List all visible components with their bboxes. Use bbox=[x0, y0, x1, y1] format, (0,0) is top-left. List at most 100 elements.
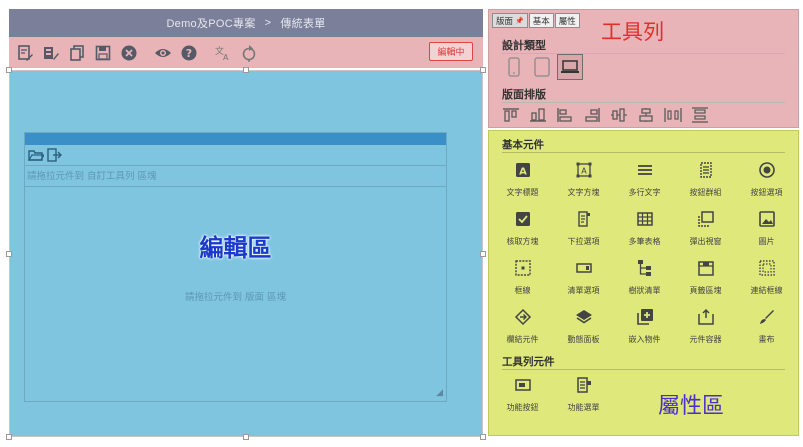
align-top-icon[interactable] bbox=[502, 107, 520, 123]
open-folder-icon[interactable] bbox=[27, 147, 46, 163]
svg-text:A: A bbox=[519, 167, 527, 178]
toolbar-components-heading: 工具列元件 bbox=[502, 356, 783, 370]
align-center-vertical-icon[interactable] bbox=[610, 107, 628, 123]
component-multiline-text[interactable]: 多行文字 bbox=[614, 157, 675, 206]
text-box-icon: A bbox=[575, 161, 593, 179]
resize-handle-top-right[interactable] bbox=[480, 67, 486, 73]
custom-toolbar-row bbox=[25, 145, 446, 166]
component-column-link[interactable]: 欄結元件 bbox=[492, 304, 553, 353]
component-dynamic-panel[interactable]: 動態面板 bbox=[553, 304, 614, 353]
align-center-horizontal-icon[interactable] bbox=[637, 107, 655, 123]
resize-grip-icon[interactable]: ◢ bbox=[436, 388, 443, 398]
edit-form-icon[interactable] bbox=[15, 43, 35, 63]
breadcrumb-separator: > bbox=[264, 17, 272, 29]
translate-icon[interactable]: 文A bbox=[213, 43, 233, 63]
resize-handle-bottom-left[interactable] bbox=[6, 434, 12, 440]
component-button-group[interactable]: 按鈕群組 bbox=[675, 157, 736, 206]
align-right-icon[interactable] bbox=[583, 107, 601, 123]
tree-list-icon bbox=[636, 259, 654, 277]
component-container[interactable]: 元件容器 bbox=[675, 304, 736, 353]
component-linked-frame[interactable]: 連結框線 bbox=[736, 255, 797, 304]
column-link-icon bbox=[514, 308, 532, 326]
component-tree-list[interactable]: 樹狀清單 bbox=[614, 255, 675, 304]
desktop-icon[interactable] bbox=[557, 54, 583, 80]
checkbox-icon bbox=[514, 210, 532, 228]
pin-icon[interactable]: 📌 bbox=[515, 17, 524, 25]
component-radio-button[interactable]: 按鈕選項 bbox=[736, 157, 797, 206]
tab-basic-label: 基本 bbox=[532, 16, 550, 27]
form-container-header bbox=[25, 133, 446, 145]
breadcrumb-project[interactable]: Demo及POC專案 bbox=[166, 15, 255, 31]
multiline-text-icon bbox=[636, 161, 654, 179]
resize-handle-right[interactable] bbox=[480, 251, 486, 257]
close-circle-icon[interactable] bbox=[119, 43, 139, 63]
brush-canvas-icon bbox=[758, 308, 776, 326]
distribute-vertical-icon[interactable] bbox=[691, 107, 709, 123]
breadcrumb-header: Demo及POC專案 > 傳統表單 bbox=[9, 9, 483, 37]
basic-components-heading: 基本元件 bbox=[502, 139, 785, 153]
component-popup-window[interactable]: 彈出視窗 bbox=[675, 206, 736, 255]
align-bottom-icon[interactable] bbox=[529, 107, 547, 123]
tab-properties[interactable]: 屬性 bbox=[554, 13, 580, 28]
form-container[interactable]: 請拖拉元件到 自訂工具列 區塊 編輯區 請拖拉元件到 版面 區塊 ◢ bbox=[24, 132, 447, 402]
radio-button-icon bbox=[758, 161, 776, 179]
component-grid-table[interactable]: 多筆表格 bbox=[614, 206, 675, 255]
resize-handle-left[interactable] bbox=[6, 251, 12, 257]
phone-icon[interactable] bbox=[501, 54, 527, 80]
help-icon[interactable]: ? bbox=[179, 43, 199, 63]
tool-panel: 版面 📌 基本 屬性 工具列 設計類型 版面排版 bbox=[488, 9, 799, 128]
component-embed-object[interactable]: 嵌入物件 bbox=[614, 304, 675, 353]
align-left-icon[interactable] bbox=[556, 107, 574, 123]
function-menu-icon bbox=[575, 376, 593, 394]
tab-basic[interactable]: 基本 bbox=[528, 13, 554, 28]
layout-heading: 版面排版 bbox=[502, 88, 785, 103]
resize-handle-bottom[interactable] bbox=[243, 434, 249, 440]
component-tab-block[interactable]: 頁籤區塊 bbox=[675, 255, 736, 304]
button-group-icon bbox=[697, 161, 715, 179]
image-icon bbox=[758, 210, 776, 228]
border-frame-icon bbox=[514, 259, 532, 277]
editor-area[interactable]: 請拖拉元件到 自訂工具列 區塊 編輯區 請拖拉元件到 版面 區塊 ◢ bbox=[6, 67, 486, 440]
grid-table-icon bbox=[636, 210, 654, 228]
text-title-icon: A bbox=[514, 161, 532, 179]
toolbar-components-grid: 功能按鈕 功能選單 bbox=[492, 372, 797, 421]
linked-frame-icon bbox=[758, 259, 776, 277]
tab-block-icon bbox=[697, 259, 715, 277]
preview-eye-icon[interactable] bbox=[153, 43, 173, 63]
basic-components-grid: A 文字標題 A 文字方塊 多行文字 按鈕群組 按鈕選項 核取方塊 下拉選項 多… bbox=[492, 157, 797, 353]
save-icon[interactable] bbox=[93, 43, 113, 63]
tablet-icon[interactable] bbox=[529, 54, 555, 80]
tab-properties-label: 屬性 bbox=[558, 16, 576, 27]
component-text-title[interactable]: A 文字標題 bbox=[492, 157, 553, 206]
breadcrumb-page: 傳統表單 bbox=[280, 18, 326, 30]
layout-align-tools bbox=[502, 107, 718, 123]
embed-object-icon bbox=[636, 308, 654, 326]
resize-handle-bottom-right[interactable] bbox=[480, 434, 486, 440]
component-container-icon bbox=[697, 308, 715, 326]
resize-handle-top[interactable] bbox=[243, 67, 249, 73]
function-button-icon bbox=[514, 376, 532, 394]
component-border-frame[interactable]: 框線 bbox=[492, 255, 553, 304]
list-option-icon bbox=[575, 259, 593, 277]
component-dropdown[interactable]: 下拉選項 bbox=[553, 206, 614, 255]
component-canvas[interactable]: 畫布 bbox=[736, 304, 797, 353]
component-image[interactable]: 圖片 bbox=[736, 206, 797, 255]
resize-handle-top-left[interactable] bbox=[6, 67, 12, 73]
export-file-icon[interactable] bbox=[46, 147, 62, 163]
component-checkbox[interactable]: 核取方塊 bbox=[492, 206, 553, 255]
edit-status-button[interactable]: 編輯中 bbox=[429, 42, 473, 61]
editor-area-label: 編輯區 bbox=[199, 233, 272, 262]
batch-edit-icon[interactable] bbox=[41, 43, 61, 63]
tool-panel-title: 工具列 bbox=[601, 20, 664, 44]
tab-layout[interactable]: 版面 📌 bbox=[492, 13, 528, 28]
component-list-option[interactable]: 清單選項 bbox=[553, 255, 614, 304]
refresh-icon[interactable] bbox=[239, 43, 259, 63]
component-function-menu[interactable]: 功能選單 bbox=[553, 372, 614, 421]
panel-tabs: 版面 📌 基本 屬性 bbox=[492, 13, 581, 28]
device-selector bbox=[501, 54, 585, 80]
distribute-horizontal-icon[interactable] bbox=[664, 107, 682, 123]
component-function-button[interactable]: 功能按鈕 bbox=[492, 372, 553, 421]
copy-icon[interactable] bbox=[67, 43, 87, 63]
property-area-label: 屬性區 bbox=[658, 394, 725, 419]
component-text-box[interactable]: A 文字方塊 bbox=[553, 157, 614, 206]
